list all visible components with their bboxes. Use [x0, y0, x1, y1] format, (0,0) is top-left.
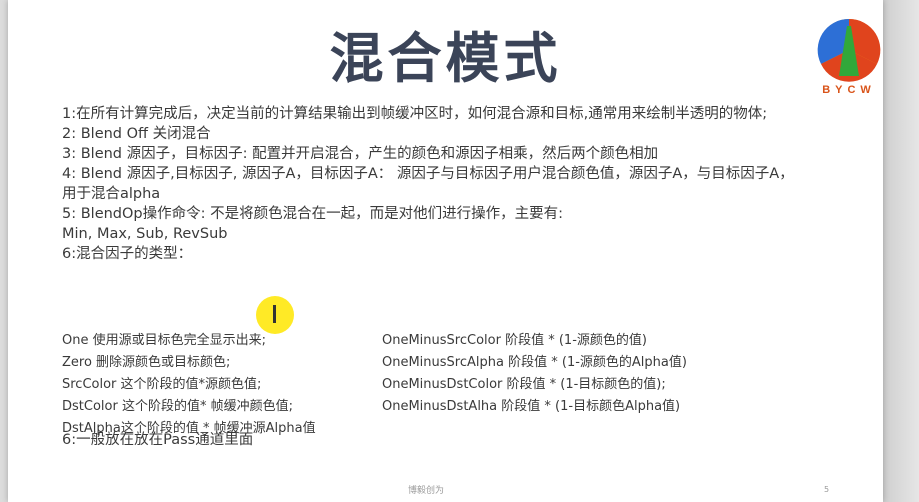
factor-row: SrcColor 这个阶段的值*源颜色值; OneMinusDstColor 阶… — [62, 374, 802, 396]
logo-icon — [817, 18, 881, 82]
body-line: 2: Blend Off 关闭混合 — [62, 126, 211, 142]
page-number: 5 — [824, 485, 830, 494]
factor-row: One 使用源或目标色完全显示出来; OneMinusSrcColor 阶段值 … — [62, 330, 802, 352]
footer-text: 博毅创为 — [408, 486, 445, 496]
body-line-last: 6:一般放在放在Pass通道里面 — [62, 432, 254, 448]
logo: BYCW — [813, 18, 885, 102]
slide: 混合模式 BYCW 1:在所有计算完成后，决定当前的计算结果输出到帧缓冲区时，如… — [8, 0, 883, 502]
background-strip — [883, 0, 919, 502]
factor-row: DstColor 这个阶段的值* 帧缓冲颜色值; OneMinusDstAlha… — [62, 396, 802, 418]
logo-text: BYCW — [822, 84, 876, 96]
factor-row: Zero 删除源颜色或目标颜色; OneMinusSrcAlpha 阶段值 * … — [62, 352, 802, 374]
factor-right: OneMinusDstColor 阶段值 * (1-目标颜色的值); — [382, 377, 666, 392]
slide-title: 混合模式 — [329, 26, 562, 90]
factor-left: SrcColor 这个阶段的值*源颜色值; — [62, 377, 262, 392]
factor-left: DstColor 这个阶段的值* 帧缓冲颜色值; — [62, 399, 293, 414]
body-line: 6:混合因子的类型： — [62, 246, 193, 262]
text-cursor-icon — [273, 305, 276, 323]
factor-left: Zero 删除源颜色或目标颜色; — [62, 355, 231, 370]
body-line: Min, Max, Sub, RevSub — [62, 226, 228, 242]
slide-body: 1:在所有计算完成后，决定当前的计算结果输出到帧缓冲区时，如何混合源和目标,通常… — [62, 104, 802, 264]
blend-factor-list: One 使用源或目标色完全显示出来; OneMinusSrcColor 阶段值 … — [62, 330, 802, 440]
body-line: 5: BlendOp操作命令: 不是将颜色混合在一起，而是对他们进行操作，主要有… — [62, 206, 564, 222]
body-line: 3: Blend 源因子，目标因子: 配置并开启混合，产生的颜色和源因子相乘，然… — [62, 146, 659, 162]
factor-right: OneMinusDstAlha 阶段值 * (1-目标颜色Alpha值) — [382, 399, 681, 414]
factor-right: OneMinusSrcColor 阶段值 * (1-源颜色的值) — [382, 333, 647, 348]
body-line: 4: Blend 源因子,目标因子, 源因子A，目标因子A： 源因子与目标因子用… — [62, 166, 794, 202]
factor-right: OneMinusSrcAlpha 阶段值 * (1-源颜色的Alpha值) — [382, 355, 687, 370]
body-line: 1:在所有计算完成后，决定当前的计算结果输出到帧缓冲区时，如何混合源和目标,通常… — [62, 106, 768, 122]
factor-left: One 使用源或目标色完全显示出来; — [62, 333, 266, 348]
